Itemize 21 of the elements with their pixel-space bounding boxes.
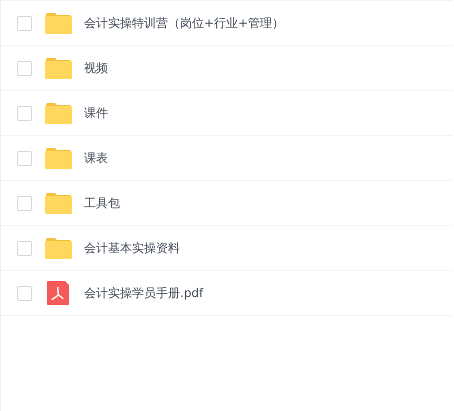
checkbox[interactable] <box>17 286 32 300</box>
folder-icon <box>45 192 72 214</box>
checkbox[interactable] <box>17 106 32 120</box>
folder-icon <box>45 237 72 259</box>
checkbox[interactable] <box>17 150 32 166</box>
file-name[interactable]: 会计实操学员手册.pdf <box>84 284 204 302</box>
folder-icon <box>45 102 72 124</box>
file-name[interactable]: 工具包 <box>84 194 120 212</box>
folder-icon <box>45 57 72 79</box>
folder-icon <box>45 12 72 34</box>
file-name[interactable]: 课表 <box>84 150 108 166</box>
checkbox[interactable] <box>17 16 32 30</box>
file-name[interactable]: 课件 <box>84 104 108 122</box>
checkbox[interactable] <box>17 240 32 256</box>
file-name[interactable]: 会计基本实操资料 <box>84 240 180 256</box>
pdf-file-icon <box>45 281 72 305</box>
file-name[interactable]: 视频 <box>84 60 108 76</box>
file-name[interactable]: 会计实操特训营（岗位+行业+管理） <box>84 14 284 32</box>
checkbox[interactable] <box>17 60 32 76</box>
checkbox[interactable] <box>17 196 32 210</box>
folder-icon <box>45 147 72 169</box>
